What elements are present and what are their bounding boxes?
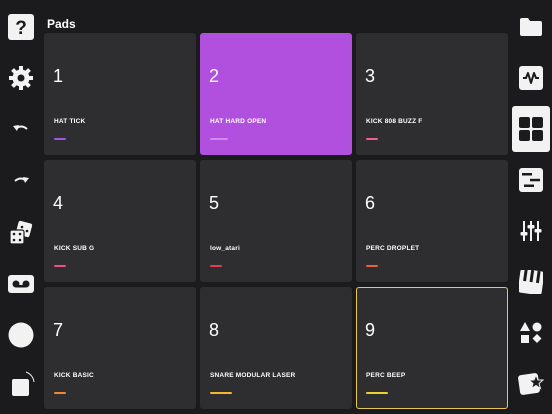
pad-2[interactable]: 2 HAT HARD OPEN bbox=[200, 33, 352, 155]
pad-4[interactable]: 4 KICK SUB G bbox=[44, 160, 196, 282]
pad-6[interactable]: 6 PERC DROPLET bbox=[356, 160, 508, 282]
pad-name: low_atari bbox=[210, 245, 240, 252]
pad-color-bar bbox=[54, 138, 66, 140]
pads-grid-icon bbox=[519, 117, 543, 141]
record-icon bbox=[8, 322, 34, 348]
pads-view-button[interactable] bbox=[512, 106, 550, 152]
pad-name: PERC BEEP bbox=[366, 372, 406, 379]
randomize-button[interactable] bbox=[4, 216, 38, 250]
pad-name: HAT HARD OPEN bbox=[210, 118, 267, 125]
undo-button[interactable] bbox=[4, 113, 38, 147]
pad-name: KICK BASIC bbox=[54, 372, 94, 379]
mixer-button[interactable] bbox=[512, 208, 550, 254]
fx-star-icon bbox=[518, 373, 544, 395]
pad-number: 4 bbox=[53, 193, 64, 213]
pad-color-bar bbox=[366, 138, 378, 140]
page-title: Pads bbox=[47, 17, 76, 31]
pad-color-bar bbox=[210, 138, 228, 140]
pad-color-bar bbox=[210, 265, 222, 267]
shapes-icon bbox=[520, 322, 542, 343]
stop-button[interactable] bbox=[4, 368, 38, 402]
sequencer-icon bbox=[519, 168, 543, 192]
pad-3[interactable]: 3 KICK 808 BUZZ F bbox=[356, 33, 508, 155]
undo-icon bbox=[13, 125, 28, 131]
help-button[interactable]: ? bbox=[4, 10, 38, 44]
pad-number: 7 bbox=[53, 320, 64, 340]
mixer-sliders-icon bbox=[520, 221, 542, 241]
help-icon: ? bbox=[8, 14, 34, 40]
sample-editor-button[interactable] bbox=[512, 55, 550, 101]
pad-number: 3 bbox=[365, 66, 376, 86]
pad-8[interactable]: 8 SNARE MODULAR LASER bbox=[200, 287, 352, 409]
keyboard-button[interactable] bbox=[512, 259, 550, 305]
left-toolbar: ? bbox=[0, 0, 44, 414]
pad-number: 8 bbox=[209, 320, 220, 340]
dice-icon bbox=[9, 220, 33, 245]
browser-button[interactable] bbox=[512, 4, 550, 50]
pad-color-bar bbox=[54, 392, 66, 394]
gear-icon bbox=[9, 66, 33, 90]
pad-color-bar bbox=[210, 392, 232, 394]
pad-name: HAT TICK bbox=[54, 118, 86, 125]
stop-icon bbox=[12, 371, 35, 396]
tape-button[interactable] bbox=[4, 267, 38, 301]
instruments-button[interactable] bbox=[512, 310, 550, 356]
pad-9[interactable]: 9 PERC BEEP bbox=[356, 287, 508, 409]
effects-button[interactable] bbox=[512, 361, 550, 407]
pad-color-bar bbox=[54, 265, 66, 267]
sequencer-button[interactable] bbox=[512, 157, 550, 203]
pad-number: 6 bbox=[365, 193, 376, 213]
right-toolbar bbox=[510, 0, 552, 414]
pad-7[interactable]: 7 KICK BASIC bbox=[44, 287, 196, 409]
tape-icon bbox=[8, 275, 34, 293]
redo-button[interactable] bbox=[4, 165, 38, 199]
record-button[interactable] bbox=[4, 318, 38, 352]
pad-name: KICK 808 BUZZ F bbox=[366, 118, 423, 125]
redo-icon bbox=[14, 177, 29, 183]
piano-keys-icon bbox=[519, 270, 543, 294]
pad-number: 5 bbox=[209, 193, 220, 213]
pad-color-bar bbox=[366, 265, 378, 267]
pad-number: 9 bbox=[365, 320, 376, 340]
folder-icon bbox=[520, 18, 542, 36]
pad-1[interactable]: 1 HAT TICK bbox=[44, 33, 196, 155]
waveform-icon bbox=[519, 66, 543, 90]
pad-name: KICK SUB G bbox=[54, 245, 95, 252]
pad-number: 2 bbox=[209, 66, 220, 86]
pad-number: 1 bbox=[53, 66, 64, 86]
pad-color-bar bbox=[366, 392, 388, 394]
settings-button[interactable] bbox=[4, 61, 38, 95]
pad-5[interactable]: 5 low_atari bbox=[200, 160, 352, 282]
svg-text:?: ? bbox=[15, 18, 27, 39]
pad-name: SNARE MODULAR LASER bbox=[210, 372, 296, 379]
pad-name: PERC DROPLET bbox=[366, 245, 420, 252]
